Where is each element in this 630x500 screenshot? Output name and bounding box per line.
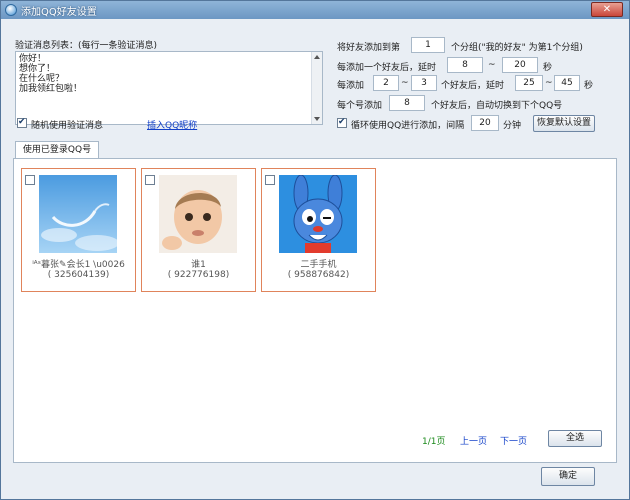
random-verify-checkbox[interactable]: ✔ — [17, 117, 27, 128]
title-bar[interactable]: 添加QQ好友设置 ✕ — [1, 1, 629, 19]
group-number-input[interactable]: 1 — [411, 37, 445, 53]
group-prefix-label: 将好友添加到第 — [337, 43, 401, 53]
account-nickname: 二手手机 — [300, 260, 337, 270]
switch-prefix-label: 每个号添加 — [337, 101, 383, 111]
account-select-checkbox[interactable] — [145, 175, 155, 185]
insert-nickname-link[interactable]: 插入QQ昵称 — [147, 118, 197, 131]
account-nickname: 谁1 — [191, 260, 206, 270]
verify-messages-textarea[interactable]: 你好！ 想你了！ 在什么呢？ 加我领红包啦！ — [15, 51, 323, 125]
batch-delay-max-input[interactable]: 45 — [554, 75, 580, 91]
scroll-down-arrow-icon[interactable] — [314, 117, 320, 121]
sky-swirl-avatar-icon — [39, 175, 117, 253]
loop-accounts-checkbox[interactable]: ✔ — [337, 117, 347, 128]
scroll-up-arrow-icon[interactable] — [314, 55, 320, 59]
loop-interval-input[interactable]: 20 — [471, 115, 499, 131]
account-card[interactable]: 二手手机 ( 958876842) — [261, 168, 376, 292]
checkmark-icon: ✔ — [338, 117, 346, 127]
verify-message-line: 想你了！ — [19, 64, 56, 74]
delay-separator: ~ — [488, 60, 496, 70]
verify-message-line: 你好！ — [19, 54, 47, 64]
pager-current-page: 1/1页 — [422, 437, 446, 447]
loop-unit-label: 分钟 — [503, 121, 522, 131]
batch-delay-separator: ~ — [545, 78, 553, 88]
account-qq-number: ( 958876842) — [287, 270, 350, 280]
baby-photo-avatar-icon — [159, 175, 237, 253]
loop-accounts-label: 循环使用QQ进行添加，间隔 — [351, 121, 465, 131]
delay-prefix-label: 每添加一个好友后，延时 — [337, 63, 437, 73]
random-verify-label: 随机使用验证消息 — [31, 121, 104, 131]
account-card[interactable]: 谁1 ( 922776198) — [141, 168, 256, 292]
account-qq-number: ( 922776198) — [167, 270, 230, 280]
delay-unit-label: 秒 — [543, 63, 553, 73]
ok-button[interactable]: 确定 — [541, 467, 595, 486]
blue-rabbit-avatar-icon — [279, 175, 357, 253]
checkmark-icon: ✔ — [18, 117, 26, 127]
batch-min-input[interactable]: 2 — [373, 75, 399, 91]
switch-suffix-label: 个好友后，自动切换到下个QQ号 — [431, 101, 563, 111]
account-nickname: ⁱᴬˢ暮张✎会长1 \u0026 — [32, 260, 125, 270]
batch-separator: ~ — [401, 78, 409, 88]
batch-prefix-label: 每添加 — [337, 81, 365, 91]
batch-unit-label: 秒 — [584, 81, 594, 91]
pager-next-link[interactable]: 下一页 — [500, 434, 527, 447]
account-select-checkbox[interactable] — [25, 175, 35, 185]
tab-logged-in-accounts[interactable]: 使用已登录QQ号 — [15, 141, 99, 159]
add-friend-settings-window: 添加QQ好友设置 ✕ 验证消息列表：(每行一条验证消息) 你好！ 想你了！ 在什… — [0, 0, 630, 500]
reset-defaults-button[interactable]: 恢复默认设置 — [533, 115, 595, 132]
pager-prev-link[interactable]: 上一页 — [460, 434, 487, 447]
account-qq-number: ( 325604139) — [47, 270, 110, 280]
switch-count-input[interactable]: 8 — [389, 95, 425, 111]
verify-list-label: 验证消息列表：(每行一条验证消息) — [15, 41, 158, 51]
verify-message-line: 加我领红包啦！ — [19, 84, 83, 94]
window-title: 添加QQ好友设置 — [21, 7, 97, 18]
batch-max-input[interactable]: 3 — [411, 75, 437, 91]
delay-min-input[interactable]: 8 — [447, 57, 483, 73]
batch-delay-min-input[interactable]: 25 — [515, 75, 543, 91]
qq-app-icon — [5, 4, 17, 16]
account-select-checkbox[interactable] — [265, 175, 275, 185]
verify-message-line: 在什么呢？ — [19, 74, 65, 84]
close-button[interactable]: ✕ — [591, 2, 623, 17]
select-all-button[interactable]: 全选 — [548, 430, 602, 447]
account-card[interactable]: ⁱᴬˢ暮张✎会长1 \u0026 ( 325604139) — [21, 168, 136, 292]
batch-mid-label: 个好友后，延时 — [441, 81, 505, 91]
main-content: 验证消息列表：(每行一条验证消息) 你好！ 想你了！ 在什么呢？ 加我领红包啦！… — [7, 29, 623, 463]
textarea-scrollbar[interactable] — [311, 52, 322, 124]
accounts-panel: ⁱᴬˢ暮张✎会长1 \u0026 ( 325604139) 谁1 (92277… — [13, 158, 617, 463]
delay-max-input[interactable]: 20 — [502, 57, 538, 73]
group-suffix-label: 个分组("我的好友" 为第1个分组) — [451, 43, 583, 53]
